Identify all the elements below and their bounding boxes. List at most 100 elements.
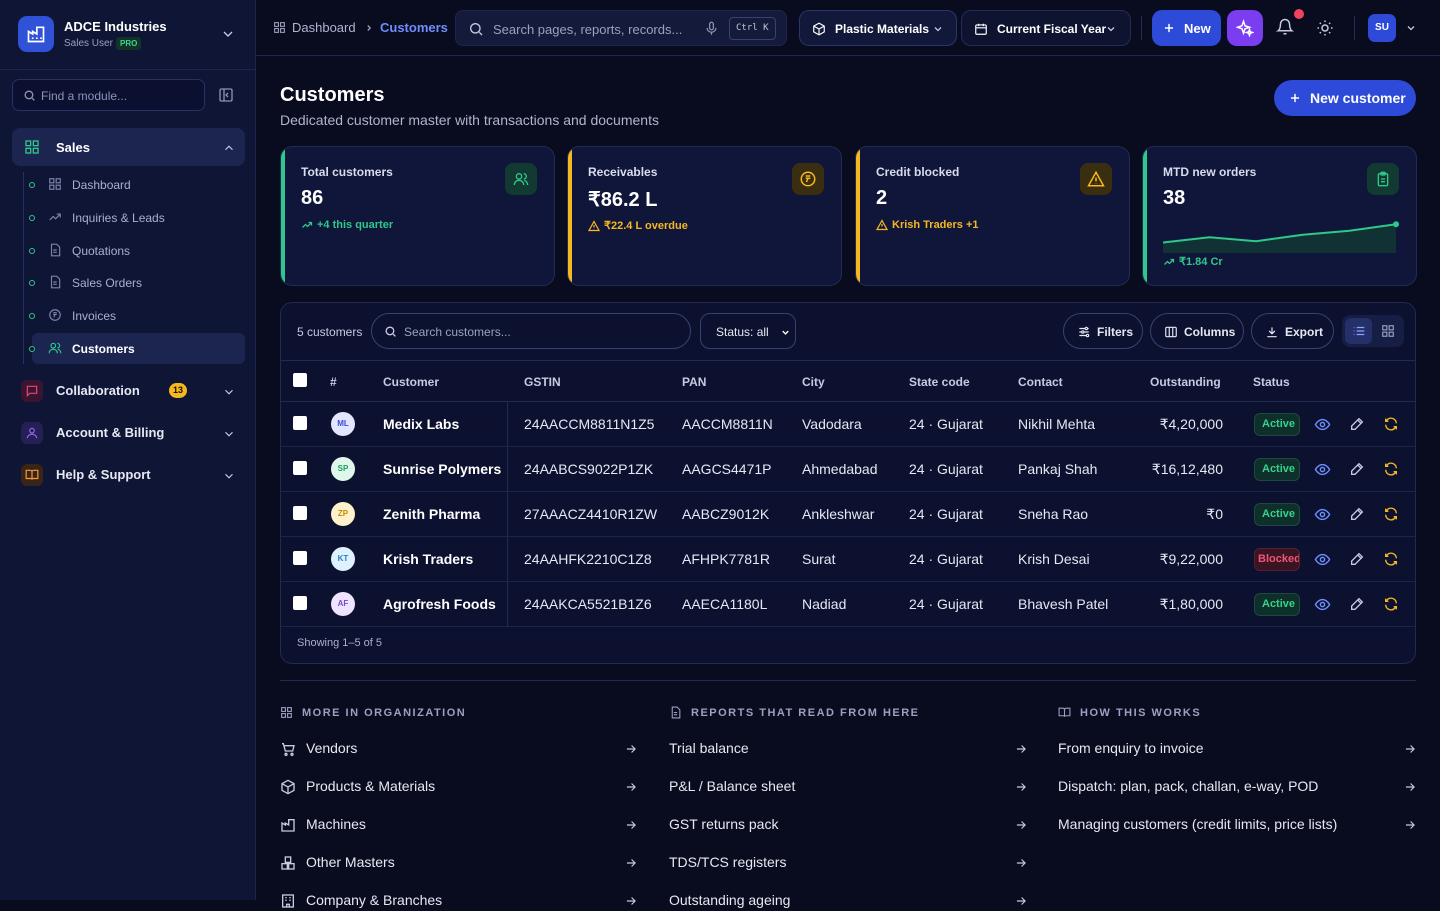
table-row[interactable]: SP Sunrise Polymers 24AABCS9022P1ZK AAGCS44… (281, 447, 1415, 492)
sidebar-item-invoices[interactable]: Invoices (29, 300, 245, 331)
view-eye-icon[interactable] (1314, 461, 1331, 478)
customer-name[interactable]: Zenith Pharma (383, 506, 480, 522)
factory-icon (281, 819, 295, 832)
column-header[interactable]: GSTIN (524, 375, 561, 389)
customer-name[interactable]: Sunrise Polymers (383, 461, 501, 477)
microphone-icon[interactable] (704, 21, 719, 36)
status-badge: Active (1254, 413, 1300, 436)
column-header[interactable]: City (802, 375, 825, 389)
cell-gstin: 24AAKCA5521B1Z6 (524, 596, 652, 612)
column-header[interactable]: PAN (682, 375, 706, 389)
nav-link[interactable]: TDS/TCS registers (669, 853, 1034, 873)
select-all-checkbox[interactable] (293, 373, 307, 387)
brand-switcher[interactable]: ADCE Industries Sales User PRO (0, 0, 256, 70)
division-selector[interactable]: Plastic Materials (799, 10, 957, 46)
column-header[interactable]: Customer (383, 375, 439, 389)
module-search-input[interactable]: Find a module... (12, 79, 205, 111)
customer-name[interactable]: Krish Traders (383, 551, 473, 567)
new-button[interactable]: New (1152, 10, 1221, 46)
grid-view-button[interactable] (1374, 318, 1401, 344)
new-button-label: New (1184, 21, 1211, 36)
status-filter-select[interactable]: Status: all (700, 313, 796, 349)
table-row[interactable]: ZP Zenith Pharma 27AAACZ4410R1ZW AABCZ9012K… (281, 492, 1415, 537)
bell-icon[interactable] (1276, 18, 1294, 36)
trend-up-icon (302, 221, 313, 228)
table-row[interactable]: AF Agrofresh Foods 24AAKCA5521B1Z6 AAECA118… (281, 582, 1415, 627)
edit-pencil-icon[interactable] (1349, 416, 1365, 432)
refresh-icon[interactable] (1383, 506, 1399, 522)
sidebar-item-dashboard[interactable]: Dashboard (29, 169, 245, 200)
view-eye-icon[interactable] (1314, 506, 1331, 523)
sidebar-group-collaboration[interactable]: Collaboration 13 (12, 372, 245, 408)
sidebar-item-customers[interactable]: Customers (29, 333, 245, 364)
sidebar-item-inquiries[interactable]: Inquiries & Leads (29, 202, 245, 233)
columns-button[interactable]: Columns (1150, 313, 1244, 349)
column-header[interactable]: Outstanding (1150, 375, 1221, 389)
ai-assistant-button[interactable] (1227, 10, 1263, 46)
book-icon (1058, 707, 1071, 717)
row-checkbox[interactable] (293, 506, 307, 520)
edit-pencil-icon[interactable] (1349, 506, 1365, 522)
customer-name[interactable]: Agrofresh Foods (383, 596, 496, 612)
edit-pencil-icon[interactable] (1349, 596, 1365, 612)
row-checkbox[interactable] (293, 551, 307, 565)
row-checkbox[interactable] (293, 461, 307, 475)
nav-link[interactable]: Vendors (280, 739, 644, 759)
column-header[interactable]: Contact (1018, 375, 1063, 389)
refresh-icon[interactable] (1383, 416, 1399, 432)
bullet (29, 346, 35, 352)
chevron-down-icon[interactable] (1405, 22, 1417, 34)
user-avatar[interactable]: SU (1368, 14, 1396, 42)
breadcrumb-dashboard[interactable]: Dashboard (292, 20, 356, 35)
customer-name[interactable]: Medix Labs (383, 416, 459, 432)
kpi-note: +4 this quarter (301, 219, 393, 231)
refresh-icon[interactable] (1383, 551, 1399, 567)
sidebar-group-sales[interactable]: Sales (12, 128, 245, 166)
boxes-icon (281, 856, 295, 870)
filters-button[interactable]: Filters (1063, 313, 1143, 349)
edit-pencil-icon[interactable] (1349, 551, 1365, 567)
sidebar-item-sales-orders[interactable]: Sales Orders (29, 267, 245, 298)
customer-search-input[interactable]: Search customers... (371, 313, 691, 349)
nav-link-label: Products & Materials (306, 778, 436, 794)
edit-pencil-icon[interactable] (1349, 461, 1365, 477)
refresh-icon[interactable] (1383, 461, 1399, 477)
table-row[interactable]: KT Krish Traders 24AAHFK2210C1Z8 AFHPK7781R… (281, 537, 1415, 582)
nav-link[interactable]: P&L / Balance sheet (669, 777, 1034, 797)
column-header[interactable]: Status (1253, 375, 1290, 389)
export-button[interactable]: Export (1251, 313, 1334, 349)
table-row[interactable]: ML Medix Labs 24AACCM8811N1Z5 AACCM8811N Vad… (281, 402, 1415, 447)
sun-icon[interactable] (1316, 19, 1334, 37)
nav-link[interactable]: Outstanding ageing (669, 891, 1034, 911)
row-checkbox[interactable] (293, 416, 307, 430)
column-header[interactable]: State code (909, 375, 970, 389)
new-customer-button[interactable]: New customer (1274, 80, 1416, 116)
nav-link[interactable]: Trial balance (669, 739, 1034, 759)
nav-link[interactable]: Managing customers (credit limits, price… (1058, 815, 1423, 835)
row-checkbox[interactable] (293, 596, 307, 610)
view-eye-icon[interactable] (1314, 596, 1331, 613)
sidebar-group-account-billing[interactable]: Account & Billing (12, 414, 245, 450)
nav-link[interactable]: Other Masters (280, 853, 644, 873)
nav-link[interactable]: Products & Materials (280, 777, 644, 797)
view-eye-icon[interactable] (1314, 416, 1331, 433)
period-selector[interactable]: Current Fiscal Year (961, 10, 1131, 46)
rupee-coin-icon (792, 163, 824, 195)
nav-link[interactable]: GST returns pack (669, 815, 1034, 835)
global-search-input[interactable]: Search pages, reports, records... Ctrl K (455, 10, 787, 46)
sidebar-item-quotations[interactable]: Quotations (29, 235, 245, 266)
arrow-right-icon (1016, 821, 1026, 829)
sidebar-group-label: Help & Support (56, 467, 151, 482)
sidebar-item-label: Dashboard (72, 178, 131, 192)
divider (1354, 16, 1355, 40)
refresh-icon[interactable] (1383, 596, 1399, 612)
sidebar-group-help-support[interactable]: Help & Support (12, 456, 245, 492)
nav-link[interactable]: Company & Branches (280, 891, 644, 911)
nav-link[interactable]: Dispatch: plan, pack, challan, e-way, PO… (1058, 777, 1423, 797)
list-view-button[interactable] (1345, 318, 1372, 344)
collapse-sidebar-icon[interactable] (218, 87, 234, 103)
nav-link[interactable]: Machines (280, 815, 644, 835)
view-eye-icon[interactable] (1314, 551, 1331, 568)
kpi-accent-bar (281, 147, 285, 285)
nav-link[interactable]: From enquiry to invoice (1058, 739, 1423, 759)
